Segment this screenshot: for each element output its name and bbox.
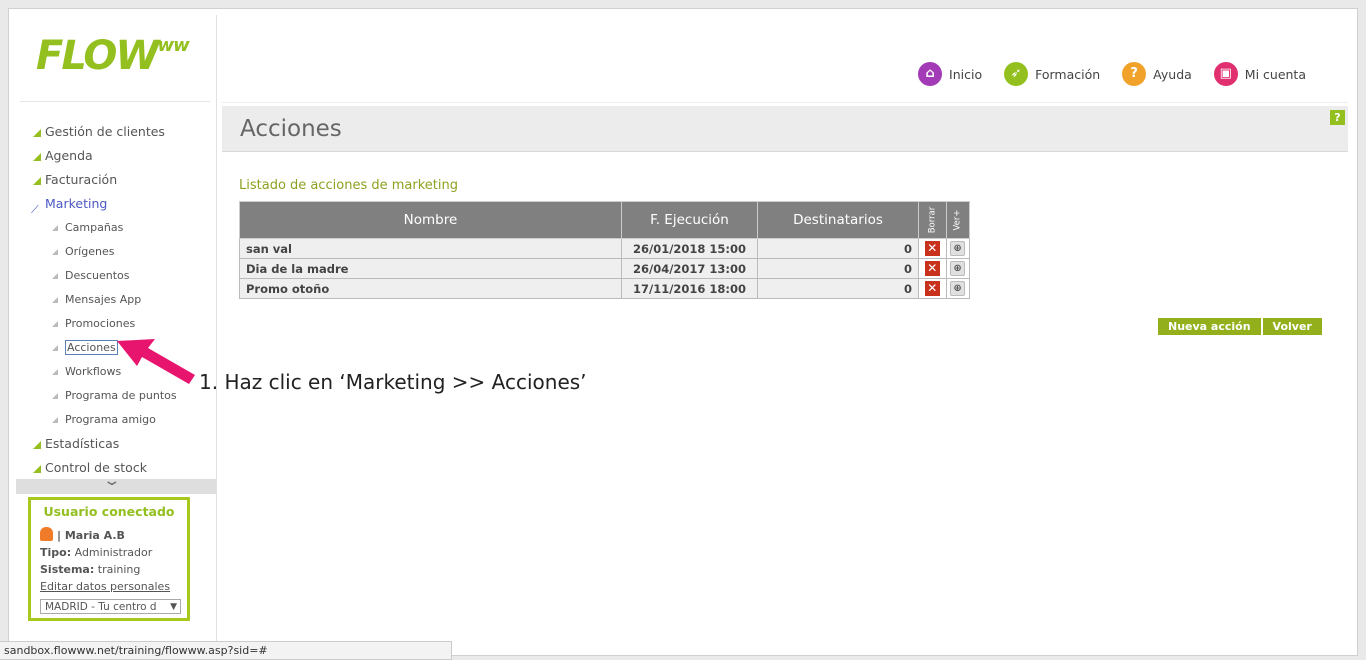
page-title-bar: Acciones (222, 106, 1348, 152)
sidebar-item-facturacion[interactable]: Facturación (16, 168, 216, 192)
nav-formacion[interactable]: ➶ Formación (1004, 62, 1100, 86)
col-header-ver: Ver+ (945, 201, 970, 239)
help-icon: ? (1122, 62, 1147, 86)
cell-destinatarios: 0 (757, 258, 919, 279)
home-icon: ⌂ (918, 62, 943, 86)
dropdown-arrow-icon: ▼ (170, 602, 177, 612)
center-select[interactable]: MADRID - Tu centro d ▼ (40, 599, 181, 614)
cell-destinatarios: 0 (757, 238, 919, 259)
nav-inicio[interactable]: ⌂ Inicio (918, 62, 982, 86)
sidebar-menu: Gestión de clientes Agenda Facturación ⟋… (16, 120, 216, 480)
triangle-icon (52, 297, 58, 303)
delete-icon[interactable]: ✕ (924, 261, 940, 276)
cell-fecha: 26/01/2018 15:00 (621, 238, 758, 259)
action-buttons: Nueva acción Volver (1158, 318, 1322, 335)
sidebar-subitem-descuentos[interactable]: Descuentos (16, 264, 216, 288)
delete-icon[interactable]: ✕ (924, 241, 940, 256)
status-bar-url: sandbox.flowww.net/training/flowww.asp?s… (0, 641, 452, 660)
annotation-text: 1. Haz clic en ‘Marketing >> Acciones’ (199, 370, 587, 394)
table-row[interactable]: Dia de la madre 26/04/2017 13:00 0 ✕ ⊕ (239, 258, 970, 279)
user-tipo-row: Tipo: Administrador (40, 546, 153, 559)
triangle-icon (52, 225, 58, 231)
triangle-icon (33, 153, 41, 161)
new-action-button[interactable]: Nueva acción (1158, 318, 1261, 335)
edit-profile-link[interactable]: Editar datos personales (40, 580, 170, 593)
zoom-in-icon[interactable]: ⊕ (950, 261, 966, 276)
triangle-icon (33, 465, 41, 473)
page-title: Acciones (240, 116, 342, 142)
rocket-icon: ➶ (1004, 62, 1029, 86)
triangle-icon (52, 417, 58, 423)
user-sistema-row: Sistema: training (40, 563, 141, 576)
sidebar-subitem-programa-amigo[interactable]: Programa amigo (16, 408, 216, 432)
sidebar-subitem-mensajes-app[interactable]: Mensajes App (16, 288, 216, 312)
header-divider (222, 102, 1348, 103)
zoom-in-icon[interactable]: ⊕ (950, 281, 966, 296)
triangle-icon (52, 369, 58, 375)
col-header-destinatarios[interactable]: Destinatarios (757, 201, 919, 239)
cell-nombre: Dia de la madre (239, 258, 622, 279)
chevron-down-icon: ⌄ (102, 473, 122, 489)
triangle-icon (52, 273, 58, 279)
sidebar-subitem-promociones[interactable]: Promociones (16, 312, 216, 336)
help-icon[interactable]: ? (1330, 110, 1345, 125)
cell-destinatarios: 0 (757, 278, 919, 299)
user-icon (40, 527, 53, 541)
sidebar: FLOWww Gestión de clientes Agenda Factur… (16, 15, 217, 645)
col-header-fecha[interactable]: F. Ejecución (621, 201, 758, 239)
briefcase-icon: ▣ (1213, 62, 1238, 86)
triangle-icon (33, 441, 41, 449)
flowww-logo[interactable]: FLOWww (36, 33, 190, 79)
cell-nombre: san val (239, 238, 622, 259)
cell-nombre: Promo otoño (239, 278, 622, 299)
annotation-arrow-icon (117, 339, 195, 384)
table-row[interactable]: Promo otoño 17/11/2016 18:00 0 ✕ ⊕ (239, 278, 970, 299)
sidebar-item-gestion-clientes[interactable]: Gestión de clientes (16, 120, 216, 144)
cell-fecha: 17/11/2016 18:00 (621, 278, 758, 299)
sidebar-subitem-campanas[interactable]: Campañas (16, 216, 216, 240)
delete-icon[interactable]: ✕ (924, 281, 940, 296)
table-row[interactable]: san val 26/01/2018 15:00 0 ✕ ⊕ (239, 238, 970, 259)
triangle-icon (33, 129, 41, 137)
triangle-icon (52, 393, 58, 399)
zoom-in-icon[interactable]: ⊕ (950, 241, 966, 256)
sidebar-item-estadisticas[interactable]: Estadísticas (16, 432, 216, 456)
menu-scroll-down[interactable]: ⌄ (16, 473, 216, 494)
cell-fecha: 26/04/2017 13:00 (621, 258, 758, 279)
sidebar-subitem-programa-puntos[interactable]: Programa de puntos (16, 384, 216, 408)
sidebar-item-agenda[interactable]: Agenda (16, 144, 216, 168)
sidebar-item-marketing[interactable]: ⟋ Marketing (16, 192, 216, 216)
user-panel-title: Usuario conectado (43, 504, 175, 519)
back-button[interactable]: Volver (1262, 318, 1322, 335)
acciones-table: Nombre F. Ejecución Destinatarios Borrar… (239, 201, 970, 299)
col-header-borrar: Borrar (918, 201, 947, 239)
col-header-nombre[interactable]: Nombre (239, 201, 622, 239)
list-title: Listado de acciones de marketing (239, 178, 459, 193)
nav-ayuda[interactable]: ? Ayuda (1122, 62, 1192, 86)
nav-mi-cuenta[interactable]: ▣ Mi cuenta (1213, 62, 1306, 86)
user-name-row: | Maria A.B (40, 527, 178, 544)
top-navigation: ⌂ Inicio ➶ Formación ? Ayuda ▣ Mi cuenta (918, 62, 1306, 86)
triangle-icon (52, 345, 58, 351)
triangle-icon (52, 321, 58, 327)
triangle-icon (52, 249, 58, 255)
sidebar-subitem-origenes[interactable]: Orígenes (16, 240, 216, 264)
triangle-icon (33, 177, 41, 185)
logo-divider (20, 101, 210, 102)
user-panel: Usuario conectado | Maria A.B Tipo: Admi… (28, 497, 190, 621)
